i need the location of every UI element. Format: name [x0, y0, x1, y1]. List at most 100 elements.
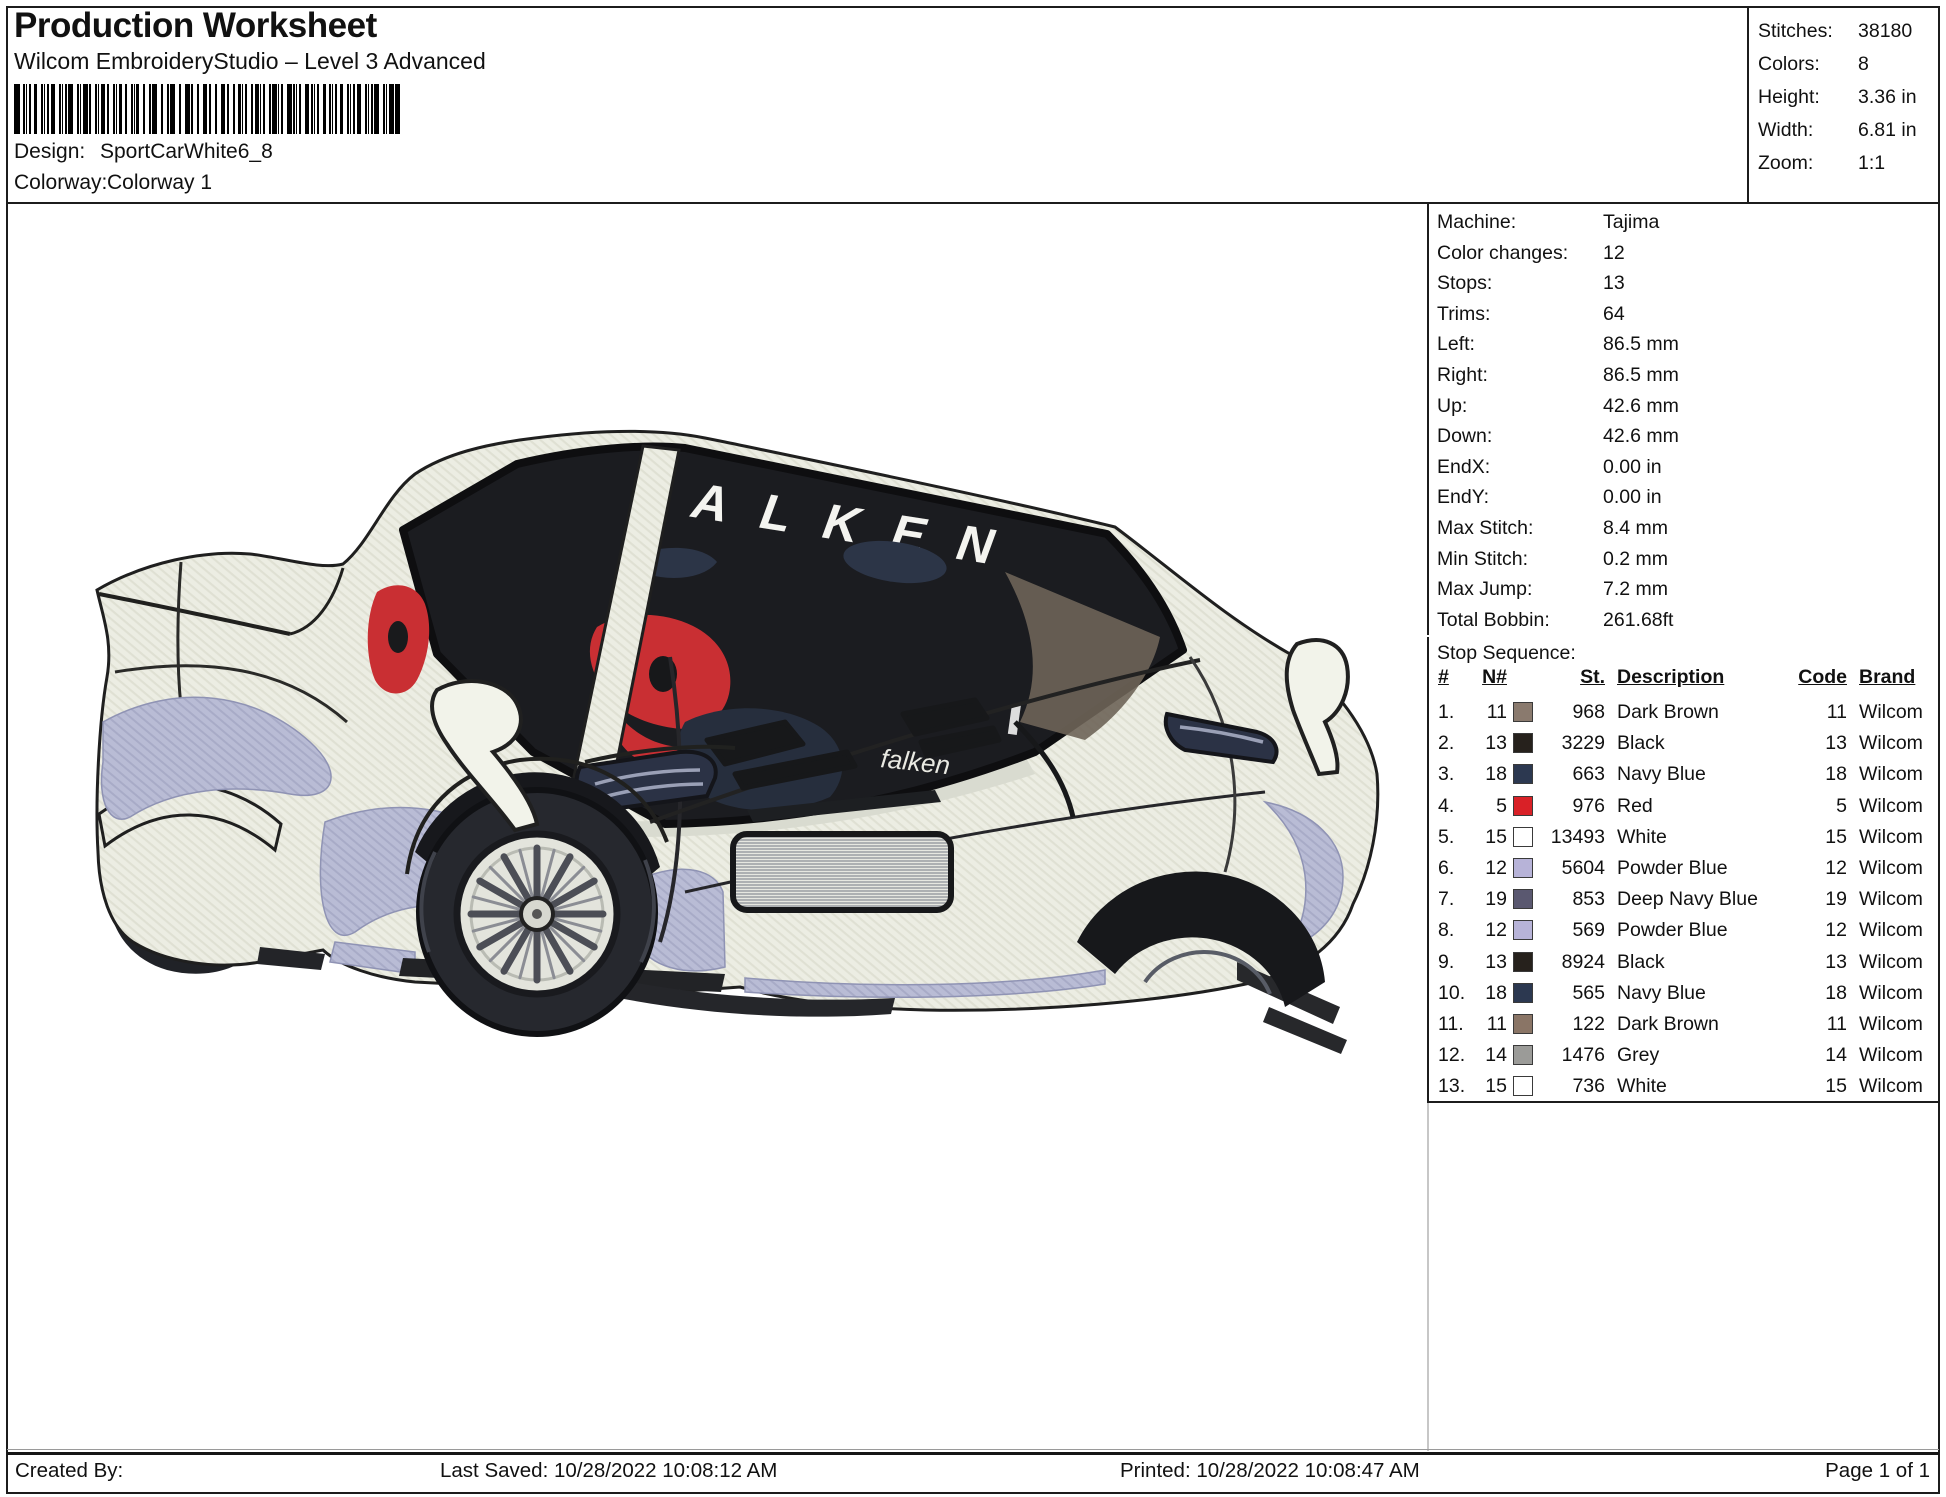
machine-info-value: 86.5 mm — [1603, 333, 1679, 356]
thread-brand: Wilcom — [1859, 981, 1923, 1004]
stitch-count: 976 — [1572, 794, 1605, 817]
machine-info-value: Tajima — [1603, 211, 1660, 233]
machine-info-row: Total Bobbin: 261.68ft — [1437, 605, 1939, 636]
needle-number: 19 — [1485, 888, 1507, 911]
thread-description: White — [1617, 825, 1667, 848]
needle-number: 12 — [1485, 919, 1507, 942]
thread-brand: Wilcom — [1859, 794, 1923, 817]
footer-page-number: Page 1 of 1 — [1825, 1459, 1930, 1482]
thread-brand: Wilcom — [1859, 1044, 1923, 1067]
stitch-count: 3229 — [1561, 732, 1605, 755]
thread-brand: Wilcom — [1859, 763, 1923, 786]
thread-description: Black — [1617, 950, 1665, 973]
thread-description: Navy Blue — [1617, 763, 1706, 786]
machine-info-row: Color changes: 12 — [1437, 238, 1939, 269]
stop-sequence-header: # N# St. Description Code Brand — [1429, 666, 1939, 697]
thread-color-swatch — [1513, 889, 1533, 910]
thread-code: 13 — [1825, 950, 1847, 973]
page-title: Production Worksheet — [14, 6, 377, 45]
machine-info-row: EndY: 0.00 in — [1437, 482, 1939, 513]
thread-code: 15 — [1825, 825, 1847, 848]
needle-number: 13 — [1485, 732, 1507, 755]
column-header-code: Code — [1798, 666, 1847, 688]
machine-info-label: Right: — [1437, 363, 1488, 386]
stitch-count: 565 — [1572, 981, 1605, 1004]
stitch-count: 736 — [1572, 1075, 1605, 1098]
thread-code: 18 — [1825, 763, 1847, 786]
thread-color-swatch — [1513, 733, 1533, 754]
thread-code: 12 — [1825, 919, 1847, 942]
thread-brand: Wilcom — [1859, 888, 1923, 911]
machine-info-label: Total Bobbin: — [1437, 608, 1550, 631]
machine-info-value: 42.6 mm — [1603, 394, 1679, 417]
stats-value: 1:1 — [1858, 152, 1886, 174]
thread-code: 11 — [1826, 701, 1847, 723]
stop-number: 4. — [1438, 794, 1455, 817]
thread-color-swatch — [1513, 920, 1533, 941]
stats-label: Zoom: — [1758, 152, 1814, 174]
stats-value: 6.81 in — [1858, 119, 1917, 141]
column-header-brand: Brand — [1859, 666, 1916, 688]
machine-info-label: EndY: — [1437, 486, 1490, 509]
stats-row: Width: 6.81 in — [1758, 114, 1938, 147]
machine-info-row: Max Jump: 7.2 mm — [1437, 574, 1939, 605]
machine-info-value: 0.00 in — [1603, 486, 1662, 509]
stop-number: 8. — [1438, 919, 1455, 942]
machine-info-row: Right: 86.5 mm — [1437, 360, 1939, 391]
stitch-count: 8924 — [1561, 950, 1605, 973]
design-label: Design: — [14, 140, 86, 163]
stop-number: 11. — [1438, 1012, 1464, 1035]
stats-row: Stitches: 38180 — [1758, 15, 1938, 48]
needle-number: 5 — [1496, 794, 1507, 817]
thread-description: Red — [1617, 794, 1653, 817]
machine-info-row: Up: 42.6 mm — [1437, 391, 1939, 422]
machine-info-row: Down: 42.6 mm — [1437, 421, 1939, 452]
column-header-stitches: St. — [1580, 666, 1605, 688]
stats-row: Zoom: 1:1 — [1758, 147, 1938, 180]
stop-number: 10. — [1438, 981, 1466, 1004]
thread-brand: Wilcom — [1859, 1012, 1923, 1035]
machine-info-label: Max Stitch: — [1437, 516, 1534, 539]
thread-description: Grey — [1617, 1044, 1660, 1067]
colorway-value: Colorway 1 — [107, 171, 213, 194]
thread-color-swatch — [1513, 857, 1533, 878]
thread-description: Deep Navy Blue — [1617, 888, 1758, 911]
machine-info-label: Down: — [1437, 425, 1493, 448]
design-stats-box: Stitches: 38180 Colors: 8 Height: 3.36 in Widt… — [1747, 7, 1938, 202]
thread-description: Powder Blue — [1617, 919, 1728, 942]
machine-info-value: 86.5 mm — [1603, 363, 1679, 386]
thread-brand: Wilcom — [1859, 1075, 1923, 1098]
thread-code: 14 — [1825, 1044, 1847, 1067]
panel-boundary-line — [1427, 1103, 1429, 1451]
machine-info-label: Min Stitch: — [1437, 547, 1529, 570]
stop-number: 6. — [1438, 856, 1455, 879]
stitch-count: 1476 — [1561, 1044, 1605, 1067]
machine-info-panel: Machine: Tajima Color changes: 12 Stops: 13 Tr… — [1427, 204, 1939, 636]
thread-color-swatch — [1513, 982, 1533, 1003]
footer-divider-thin — [7, 1449, 1939, 1450]
stitch-count: 5604 — [1561, 856, 1605, 879]
stop-number: 7. — [1438, 888, 1455, 911]
machine-info-row: Max Stitch: 8.4 mm — [1437, 513, 1939, 544]
stitch-count: 853 — [1572, 888, 1605, 911]
design-name-value: SportCarWhite6_8 — [100, 140, 273, 163]
machine-info-label: Max Jump: — [1437, 578, 1533, 601]
stop-sequence-row: 13. 15 736 White 15 Wilcom — [1429, 1071, 1939, 1102]
software-subtitle: Wilcom EmbroideryStudio – Level 3 Advanc… — [14, 48, 486, 74]
stop-number: 9. — [1438, 950, 1455, 973]
stitch-count: 968 — [1572, 701, 1605, 723]
stats-label: Height: — [1758, 86, 1820, 108]
thread-brand: Wilcom — [1859, 950, 1923, 973]
stats-row: Height: 3.36 in — [1758, 81, 1938, 114]
thread-code: 11 — [1826, 1012, 1847, 1035]
stats-value: 38180 — [1858, 20, 1913, 42]
machine-info-value: 7.2 mm — [1603, 578, 1669, 601]
thread-brand: Wilcom — [1859, 919, 1923, 942]
machine-info-value: 0.2 mm — [1603, 547, 1669, 570]
stop-sequence-row: 3. 18 663 Navy Blue 18 Wilcom — [1429, 759, 1939, 790]
stop-number: 5. — [1438, 825, 1455, 848]
machine-info-row: Stops: 13 — [1437, 268, 1939, 299]
footer-created-by: Created By: — [15, 1459, 124, 1482]
machine-info-value: 64 — [1603, 302, 1625, 325]
needle-number: 18 — [1485, 981, 1507, 1004]
